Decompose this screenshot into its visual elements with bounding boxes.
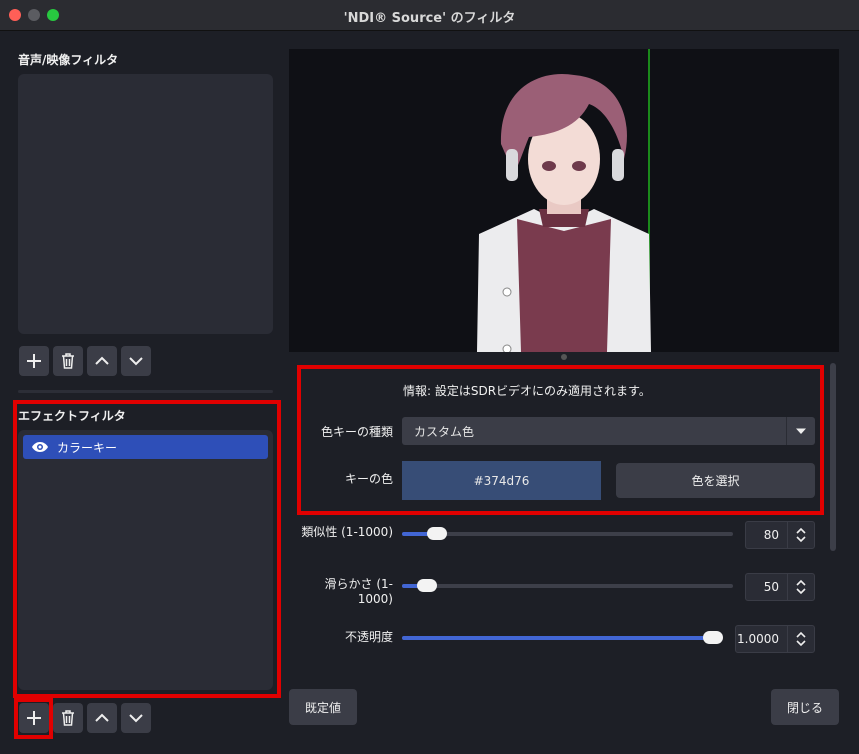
effect-filter-item-label: カラーキー bbox=[57, 440, 118, 455]
remove-audio-filter-button[interactable] bbox=[53, 346, 83, 376]
eye-icon[interactable] bbox=[31, 441, 49, 453]
audio-video-filter-list[interactable] bbox=[18, 74, 273, 334]
key-color-hex: #374d76 bbox=[473, 473, 530, 488]
opacity-value[interactable]: 1.0000 bbox=[736, 632, 787, 646]
smoothness-spinbox[interactable]: 50 bbox=[745, 573, 815, 601]
smoothness-slider[interactable] bbox=[402, 579, 733, 592]
audio-video-filters-label: 音声/映像フィルタ bbox=[18, 53, 119, 67]
opacity-label: 不透明度 bbox=[344, 630, 393, 644]
window-title: 'NDI® Source' のフィルタ bbox=[343, 11, 516, 26]
remove-effect-filter-button[interactable] bbox=[53, 703, 83, 733]
spin-arrows-icon[interactable] bbox=[787, 626, 814, 652]
move-effect-filter-up-button[interactable] bbox=[87, 703, 117, 733]
trash-icon bbox=[62, 353, 74, 369]
chevron-up-icon bbox=[95, 713, 109, 722]
key-type-label: 色キーの種類 bbox=[320, 425, 393, 439]
similarity-slider[interactable] bbox=[402, 527, 733, 540]
effect-filter-item-color-key[interactable]: カラーキー bbox=[23, 435, 268, 459]
similarity-label: 類似性 (1-1000) bbox=[301, 525, 393, 539]
key-type-value: カスタム色 bbox=[414, 424, 475, 439]
move-effect-filter-down-button[interactable] bbox=[121, 703, 151, 733]
chevron-up-icon bbox=[95, 356, 109, 365]
opacity-slider-handle[interactable] bbox=[703, 631, 723, 644]
similarity-spinbox[interactable]: 80 bbox=[745, 521, 815, 549]
opacity-slider[interactable] bbox=[402, 631, 723, 644]
similarity-slider-handle[interactable] bbox=[427, 527, 447, 540]
key-type-select[interactable]: カスタム色 bbox=[402, 417, 815, 445]
key-color-label: キーの色 bbox=[344, 472, 393, 486]
sdr-info-text: 情報: 設定はSDRビデオにのみ適用されます。 bbox=[403, 384, 651, 398]
move-audio-filter-up-button[interactable] bbox=[87, 346, 117, 376]
section-divider bbox=[18, 390, 273, 393]
opacity-spinbox[interactable]: 1.0000 bbox=[735, 625, 815, 653]
close-button[interactable]: 閉じる bbox=[771, 689, 839, 725]
effect-filter-list[interactable] bbox=[18, 430, 273, 690]
select-color-button[interactable]: 色を選択 bbox=[616, 463, 815, 498]
smoothness-value[interactable]: 50 bbox=[746, 580, 787, 594]
dropdown-arrow-icon[interactable] bbox=[786, 417, 815, 445]
add-audio-filter-button[interactable] bbox=[19, 346, 49, 376]
chevron-down-icon bbox=[129, 357, 143, 366]
opacity-slider-fill bbox=[402, 636, 722, 640]
spin-arrows-icon[interactable] bbox=[787, 522, 814, 548]
trash-icon bbox=[62, 710, 74, 726]
properties-scrollbar[interactable] bbox=[830, 363, 836, 551]
add-effect-filter-button[interactable] bbox=[19, 703, 49, 733]
chevron-down-icon bbox=[129, 714, 143, 723]
spin-arrows-icon[interactable] bbox=[787, 574, 814, 600]
key-color-swatch: #374d76 bbox=[402, 461, 601, 500]
splitter-handle[interactable] bbox=[561, 354, 567, 360]
title-bar: 'NDI® Source' のフィルタ bbox=[0, 0, 859, 31]
effect-filters-label: エフェクトフィルタ bbox=[18, 409, 126, 423]
source-preview bbox=[289, 49, 839, 352]
smoothness-slider-handle[interactable] bbox=[417, 579, 437, 592]
plus-icon bbox=[27, 354, 41, 368]
plus-icon bbox=[27, 711, 41, 725]
similarity-value[interactable]: 80 bbox=[746, 528, 787, 542]
defaults-button[interactable]: 既定値 bbox=[289, 689, 357, 725]
smoothness-label: 滑らかさ (1-1000) bbox=[324, 577, 393, 606]
move-audio-filter-down-button[interactable] bbox=[121, 346, 151, 376]
avatar-character-image bbox=[477, 73, 651, 352]
